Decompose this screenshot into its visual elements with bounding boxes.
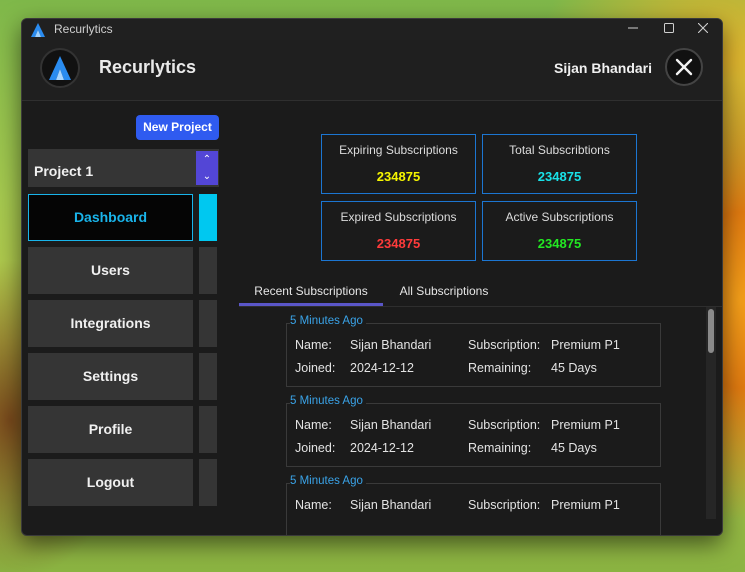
sidebar-item-settings[interactable]: Settings	[28, 353, 193, 400]
close-icon	[697, 22, 709, 34]
stat-label: Expired Subscriptions	[340, 210, 457, 224]
stat-card-expiring: Expiring Subscriptions 234875	[321, 134, 476, 194]
stat-card-expired: Expired Subscriptions 234875	[321, 201, 476, 261]
app-logo-icon	[31, 22, 45, 37]
joined-label: Joined:	[295, 361, 336, 375]
sidebar-item-integrations[interactable]: Integrations	[28, 300, 193, 347]
remaining-label: Remaining:	[468, 441, 532, 455]
remaining-label: Remaining:	[468, 361, 532, 375]
sidebar-item-dashboard[interactable]: Dashboard	[28, 194, 193, 241]
sidebar-item-profile[interactable]: Profile	[28, 406, 193, 453]
subscription-label: Subscription:	[468, 418, 541, 432]
tab-recent-subscriptions[interactable]: Recent Subscriptions	[239, 282, 383, 306]
new-project-button[interactable]: New Project	[136, 115, 219, 140]
sidebar-indicator-users	[199, 247, 217, 294]
stat-card-active: Active Subscriptions 234875	[482, 201, 637, 261]
stat-value: 234875	[537, 169, 582, 184]
project-spinner[interactable]: ⌃ ⌄	[196, 151, 218, 185]
stat-value: 234875	[376, 169, 421, 184]
sidebar-item-users[interactable]: Users	[28, 247, 193, 294]
name-label: Name:	[295, 498, 332, 512]
user-name: Sijan Bhandari	[554, 60, 653, 76]
joined-label: Joined:	[295, 441, 336, 455]
sidebar-indicator-logout	[199, 459, 217, 506]
name-value: Sijan Bhandari	[350, 418, 432, 432]
subscription-card	[286, 403, 661, 467]
subscription-value: Premium P1	[551, 338, 620, 352]
chevron-up-icon[interactable]: ⌃	[196, 151, 218, 168]
app-logo	[40, 48, 80, 88]
title-bar[interactable]: Recurlytics	[22, 19, 722, 40]
subscription-time: 5 Minutes Ago	[290, 395, 366, 407]
maximize-icon	[664, 23, 674, 33]
stat-value: 234875	[537, 236, 582, 251]
subscription-card	[286, 323, 661, 387]
stat-label: Active Subscriptions	[505, 210, 614, 224]
app-header: Recurlytics Sijan Bhandari	[22, 40, 722, 101]
subscription-time: 5 Minutes Ago	[290, 475, 366, 487]
minimize-button[interactable]	[616, 19, 650, 40]
sidebar-indicator-profile	[199, 406, 217, 453]
sidebar-indicator-settings	[199, 353, 217, 400]
list-scrollbar[interactable]	[706, 307, 716, 519]
subscription-value: Premium P1	[551, 418, 620, 432]
remaining-value: 45 Days	[551, 361, 597, 375]
sidebar-indicator-dashboard	[199, 194, 217, 241]
header-close-button[interactable]	[665, 48, 703, 86]
stat-label: Total Subscribtions	[509, 143, 610, 157]
logo-icon	[49, 56, 71, 80]
subscription-time: 5 Minutes Ago	[290, 315, 366, 327]
maximize-button[interactable]	[652, 19, 686, 40]
project-selected-value: Project 1	[34, 163, 94, 179]
app-name: Recurlytics	[99, 57, 197, 77]
sidebar-item-logout[interactable]: Logout	[28, 459, 193, 506]
project-select[interactable]: Project 1 ⌃ ⌄	[28, 149, 219, 187]
app-window: Recurlytics Recurlytics Sijan Bhandari N…	[21, 18, 723, 536]
sidebar-indicator-integrations	[199, 300, 217, 347]
stat-label: Expiring Subscriptions	[339, 143, 458, 157]
subscription-tabs: Recent Subscriptions All Subscriptions	[239, 279, 722, 307]
window-close-button[interactable]	[686, 19, 720, 40]
stat-card-total: Total Subscribtions 234875	[482, 134, 637, 194]
joined-value: 2024-12-12	[350, 361, 414, 375]
name-label: Name:	[295, 418, 332, 432]
stat-value: 234875	[376, 236, 421, 251]
name-value: Sijan Bhandari	[350, 498, 432, 512]
name-value: Sijan Bhandari	[350, 338, 432, 352]
name-label: Name:	[295, 338, 332, 352]
subscription-value: Premium P1	[551, 498, 620, 512]
subscription-label: Subscription:	[468, 338, 541, 352]
subscription-label: Subscription:	[468, 498, 541, 512]
subscription-list[interactable]: 5 Minutes Ago Name: Sijan Bhandari Subsc…	[239, 307, 722, 535]
remaining-value: 45 Days	[551, 441, 597, 455]
joined-value: 2024-12-12	[350, 441, 414, 455]
minimize-icon	[628, 27, 638, 29]
tab-all-subscriptions[interactable]: All Subscriptions	[389, 282, 499, 306]
window-title: Recurlytics	[54, 22, 113, 36]
chevron-down-icon[interactable]: ⌄	[196, 168, 218, 185]
close-icon	[675, 58, 693, 76]
scrollbar-thumb[interactable]	[708, 309, 714, 353]
